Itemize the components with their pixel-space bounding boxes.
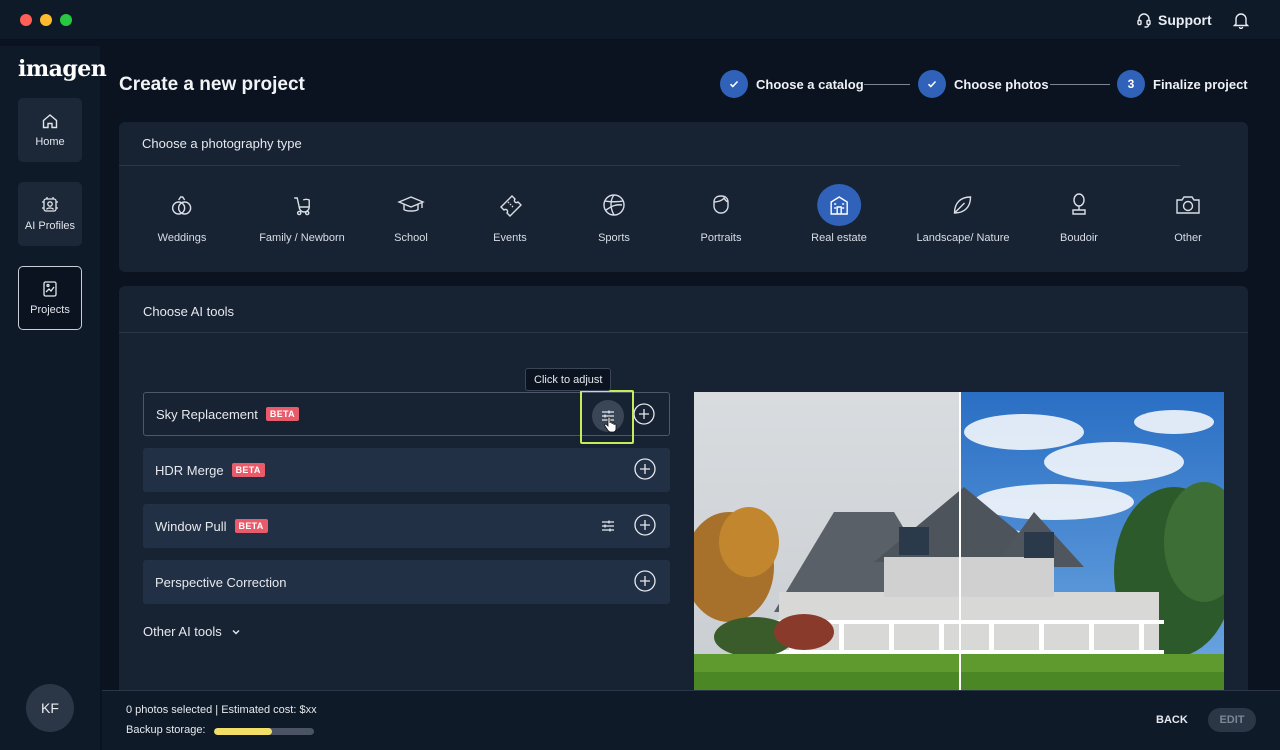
camera-icon (1166, 184, 1210, 226)
portrait-icon (699, 184, 743, 226)
imagen-logo: imagen (18, 56, 107, 82)
type-label: Real estate (811, 232, 867, 244)
check-icon (918, 70, 946, 98)
divider (119, 332, 1248, 333)
type-school[interactable]: School (389, 184, 433, 244)
building-icon (817, 184, 861, 226)
sidebar-item-label: Home (35, 136, 65, 148)
type-label: Portraits (700, 232, 742, 244)
ball-icon (592, 184, 636, 226)
sidebar-item-home[interactable]: Home (18, 98, 82, 162)
step-choose-photos[interactable]: Choose photos (918, 70, 1049, 98)
ticket-icon (488, 184, 532, 226)
before-after-preview[interactable] (694, 392, 1224, 690)
type-other[interactable]: Other (1166, 184, 1210, 244)
ai-tools-title: Choose AI tools (143, 304, 235, 319)
type-weddings[interactable]: Weddings (157, 184, 207, 244)
selection-summary: 0 photos selected | Estimated cost: $xx (126, 704, 317, 716)
home-icon (41, 112, 59, 130)
ai-profile-icon (41, 196, 59, 214)
step-finalize-project[interactable]: 3 Finalize project (1117, 70, 1248, 98)
beta-badge: BETA (234, 519, 268, 533)
adjust-highlight (580, 390, 634, 444)
type-label: Boudoir (1060, 232, 1098, 244)
step-label: Finalize project (1153, 76, 1248, 92)
tooltip: Click to adjust (525, 368, 612, 391)
leaf-icon (941, 184, 985, 226)
projects-icon (41, 280, 59, 298)
footer-bar: 0 photos selected | Estimated cost: $xx … (102, 690, 1280, 750)
support-label: Support (1158, 12, 1212, 28)
beta-badge: BETA (231, 463, 265, 477)
type-label: Events (493, 232, 527, 244)
sidebar: imagen Home AI Profiles Projects KF (0, 46, 107, 750)
type-label: School (394, 232, 428, 244)
type-landscape-nature[interactable]: Landscape/ Nature (916, 184, 1010, 244)
add-circle-icon[interactable] (634, 514, 656, 536)
add-circle-icon[interactable] (634, 458, 656, 480)
avatar[interactable]: KF (26, 684, 74, 732)
add-circle-icon[interactable] (634, 570, 656, 592)
page-title: Create a new project (119, 74, 305, 95)
type-family-newborn[interactable]: Family / Newborn (259, 184, 345, 244)
type-sports[interactable]: Sports (592, 184, 636, 244)
backup-storage-fill (214, 728, 272, 735)
tool-label: HDR Merge (155, 462, 224, 478)
headset-icon (1136, 12, 1152, 28)
progress-stepper: Choose a catalog Choose photos 3 Finaliz… (720, 70, 1248, 98)
photography-type-card: Choose a photography type Weddings Famil… (119, 122, 1248, 272)
type-label: Family / Newborn (259, 232, 345, 244)
backup-storage-label: Backup storage: (126, 724, 206, 736)
other-ai-tools-toggle[interactable]: Other AI tools (143, 624, 242, 639)
other-ai-tools-label: Other AI tools (143, 624, 222, 639)
sliders-icon[interactable] (600, 518, 616, 534)
type-label: Weddings (157, 232, 207, 244)
tool-label: Sky Replacement (156, 406, 258, 422)
tool-label: Window Pull (155, 518, 227, 534)
mirror-icon (1057, 184, 1101, 226)
window-titlebar: Support (0, 0, 1280, 40)
rings-icon (160, 184, 204, 226)
edit-button[interactable]: EDIT (1208, 708, 1256, 732)
add-circle-icon[interactable] (633, 403, 655, 425)
divider (119, 165, 1180, 166)
tool-perspective-correction[interactable]: Perspective Correction (143, 560, 670, 604)
photography-type-title: Choose a photography type (142, 136, 302, 151)
stroller-icon (280, 184, 324, 226)
sidebar-item-ai-profiles[interactable]: AI Profiles (18, 182, 82, 246)
check-icon (720, 70, 748, 98)
beta-badge: BETA (265, 407, 299, 421)
backup-storage-bar (214, 728, 314, 735)
tool-window-pull[interactable]: Window Pull BETA (143, 504, 670, 548)
back-button[interactable]: BACK (1156, 714, 1188, 726)
type-boudoir[interactable]: Boudoir (1057, 184, 1101, 244)
type-label: Other (1174, 232, 1202, 244)
type-portraits[interactable]: Portraits (699, 184, 743, 244)
type-label: Sports (598, 232, 630, 244)
type-events[interactable]: Events (488, 184, 532, 244)
step-label: Choose a catalog (756, 76, 864, 92)
step-connector (864, 84, 910, 85)
window-minimize-button[interactable] (40, 14, 52, 26)
step-number: 3 (1117, 70, 1145, 98)
tool-hdr-merge[interactable]: HDR Merge BETA (143, 448, 670, 492)
tool-label: Perspective Correction (155, 574, 287, 590)
type-real-estate[interactable]: Real estate (811, 184, 867, 244)
window-maximize-button[interactable] (60, 14, 72, 26)
step-label: Choose photos (954, 76, 1049, 92)
graduation-cap-icon (389, 184, 433, 226)
step-connector (1050, 84, 1110, 85)
window-close-button[interactable] (20, 14, 32, 26)
support-link[interactable]: Support (1136, 11, 1212, 29)
sidebar-item-label: AI Profiles (24, 220, 76, 232)
chevron-down-icon (230, 626, 242, 638)
step-choose-catalog[interactable]: Choose a catalog (720, 70, 864, 98)
sidebar-item-label: Projects (30, 304, 70, 316)
bell-icon[interactable] (1233, 11, 1249, 29)
type-label: Landscape/ Nature (916, 232, 1010, 244)
sidebar-item-projects[interactable]: Projects (18, 266, 82, 330)
